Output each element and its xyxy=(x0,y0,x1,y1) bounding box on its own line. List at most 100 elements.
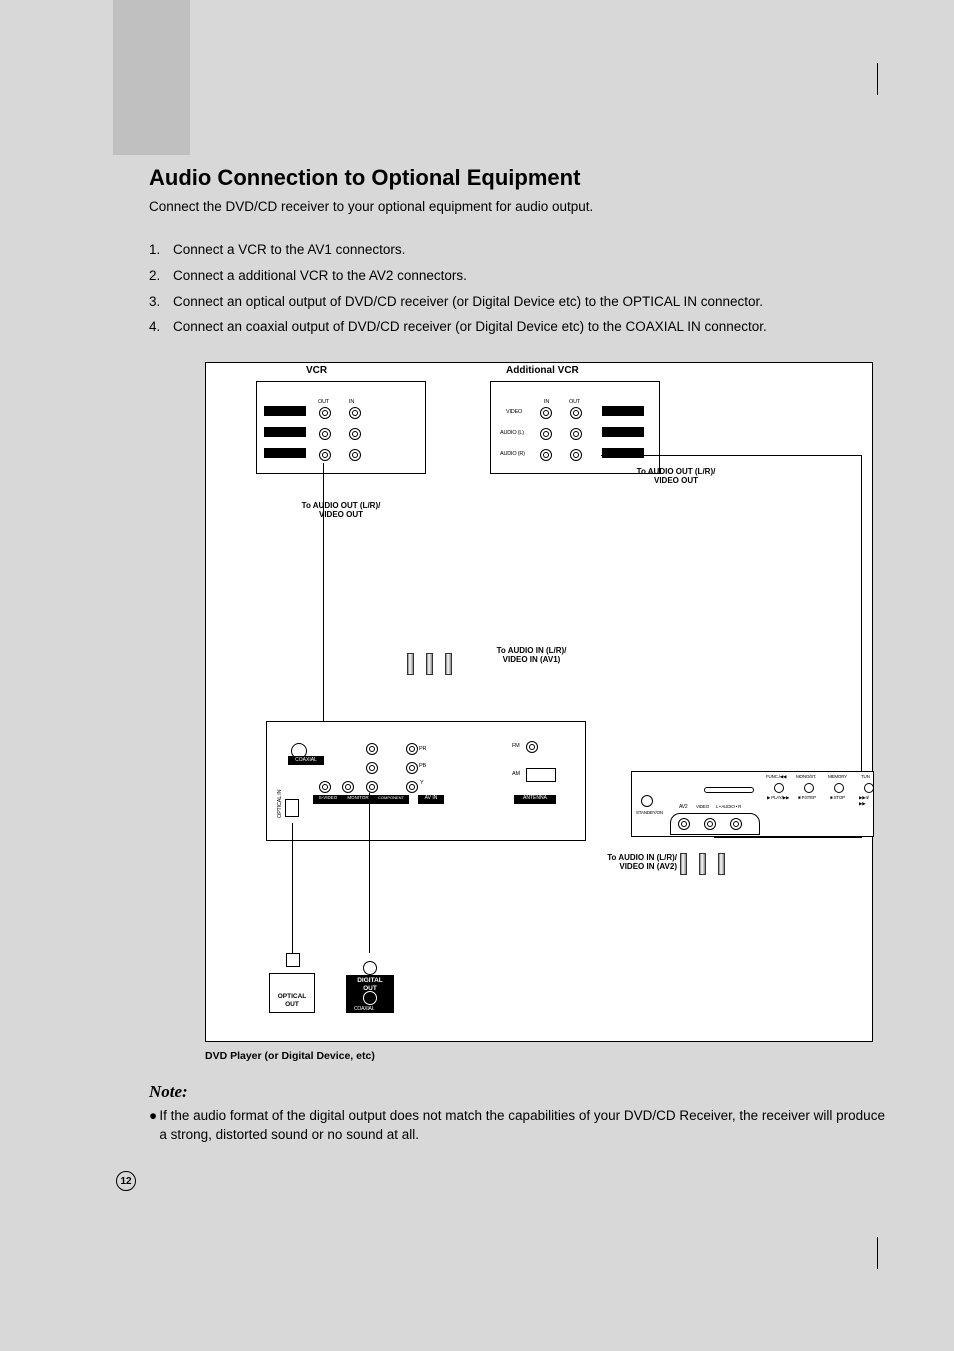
cable-wire xyxy=(601,455,861,456)
rca-plug xyxy=(680,853,687,875)
vcr-label: VCR xyxy=(306,365,327,377)
fm-label: FM xyxy=(512,743,520,749)
note-text: If the audio format of the digital outpu… xyxy=(159,1106,889,1145)
cassette-slot xyxy=(602,427,644,437)
cassette-slot xyxy=(264,448,306,458)
optical-out-label: OPTICAL OUT xyxy=(269,993,315,1009)
rca-jack xyxy=(366,781,378,793)
coaxial-label: COAXIAL xyxy=(354,1006,374,1012)
page-number: 12 xyxy=(116,1171,136,1191)
coax-wire xyxy=(369,793,370,953)
am-terminal xyxy=(526,768,556,782)
optical-plug xyxy=(286,953,300,967)
step: 4.Connect an coaxial output of DVD/CD re… xyxy=(149,314,889,340)
svideo-label-bg: S-VIDEO xyxy=(313,795,343,804)
cable-wire xyxy=(323,463,324,723)
knob xyxy=(864,783,874,793)
port-label: OUT xyxy=(318,399,329,405)
standby-button xyxy=(641,795,653,807)
rca-jack xyxy=(319,407,331,419)
rca-jack xyxy=(704,818,716,830)
rca-jack xyxy=(366,743,378,755)
stop-label: ■ STOP xyxy=(830,795,845,800)
additional-vcr-label: Additional VCR xyxy=(506,365,579,377)
vcr-out-label: To AUDIO OUT (L/R)/ VIDEO OUT xyxy=(266,501,416,520)
step: 3.Connect an optical output of DVD/CD re… xyxy=(149,289,889,315)
av2-label: AV2 xyxy=(679,804,687,810)
rca-jack xyxy=(678,818,690,830)
pb-label: PB xyxy=(419,763,426,769)
rca-jack xyxy=(570,407,582,419)
fm-jack xyxy=(526,741,538,753)
knob xyxy=(804,783,814,793)
rca-plug xyxy=(718,853,725,875)
rca-jack xyxy=(540,407,552,419)
rca-jack xyxy=(406,743,418,755)
add-vcr-out-label: To AUDIO OUT (L/R)/ VIDEO OUT xyxy=(611,467,741,486)
step-num: 1. xyxy=(149,237,173,263)
optical-port xyxy=(285,799,299,817)
display xyxy=(704,787,754,793)
y-label: Y xyxy=(420,780,423,786)
step-text: Connect an optical output of DVD/CD rece… xyxy=(173,289,763,315)
rca-jack xyxy=(349,428,361,440)
video-label: VIDEO xyxy=(696,804,709,809)
port-label: AUDIO (L) xyxy=(500,430,524,436)
am-label: AM xyxy=(512,771,520,777)
step-num: 4. xyxy=(149,314,173,340)
cassette-slot xyxy=(264,427,306,437)
rca-jack xyxy=(406,781,418,793)
rca-jack xyxy=(406,762,418,774)
tun-label: TUN xyxy=(861,774,870,779)
coax-plug xyxy=(363,961,377,975)
pstep-label: ■ P.STEP xyxy=(798,795,816,800)
pr-label: PR xyxy=(419,746,426,752)
knob xyxy=(774,783,784,793)
av1-label: To AUDIO IN (L/R)/ VIDEO IN (AV1) xyxy=(474,646,589,665)
note-header: Note: xyxy=(149,1082,889,1102)
coax-jack xyxy=(363,991,377,1005)
rca-jack xyxy=(319,449,331,461)
step-num: 3. xyxy=(149,289,173,315)
mono-label: MONO/ST. xyxy=(796,774,816,779)
cassette-slot xyxy=(602,406,644,416)
rca-plug xyxy=(407,653,414,675)
step: 2.Connect a additional VCR to the AV2 co… xyxy=(149,263,889,289)
rca-jack xyxy=(349,449,361,461)
rca-plug xyxy=(426,653,433,675)
avin-label-bg: AV IN xyxy=(418,795,444,804)
page-title: Audio Connection to Optional Equipment xyxy=(149,165,889,191)
port-label: IN xyxy=(349,399,354,405)
knob xyxy=(834,783,844,793)
port-label: IN xyxy=(544,399,549,405)
rca-plug xyxy=(699,853,706,875)
crop-mark xyxy=(877,63,878,95)
antenna-label-bg: ANTENNA xyxy=(514,795,556,804)
step-text: Connect an coaxial output of DVD/CD rece… xyxy=(173,314,767,340)
step-list: 1.Connect a VCR to the AV1 connectors. 2… xyxy=(149,237,889,340)
rca-jack xyxy=(349,407,361,419)
standby-label: STANDBY/ON xyxy=(636,810,663,815)
cassette-slot xyxy=(602,448,644,458)
dvd-caption: DVD Player (or Digital Device, etc) xyxy=(205,1050,375,1062)
component-label-bg: COMPONENT xyxy=(373,795,409,804)
side-tab xyxy=(113,0,190,155)
step-num: 2. xyxy=(149,263,173,289)
diagram-wrapper: VCR Additional VCR OUT IN To AUDIO OUT (… xyxy=(159,362,879,1068)
cassette-slot xyxy=(264,406,306,416)
cable-wire xyxy=(714,837,862,838)
audio-lr-label: L • AUDIO • R xyxy=(716,804,741,809)
connection-diagram: VCR Additional VCR OUT IN To AUDIO OUT (… xyxy=(205,362,873,1042)
tun2-label: ▶▶II/▶▶ xyxy=(859,795,872,807)
port-label: VIDEO xyxy=(506,409,522,415)
intro-text: Connect the DVD/CD receiver to your opti… xyxy=(149,197,889,217)
av2-label-text: To AUDIO IN (L/R)/ VIDEO IN (AV2) xyxy=(581,853,677,872)
step: 1.Connect a VCR to the AV1 connectors. xyxy=(149,237,889,263)
content-area: Audio Connection to Optional Equipment C… xyxy=(149,165,889,1145)
rca-jack xyxy=(342,781,354,793)
rca-jack xyxy=(570,428,582,440)
rca-plug xyxy=(445,653,452,675)
step-text: Connect a additional VCR to the AV2 conn… xyxy=(173,263,467,289)
rca-jack xyxy=(570,449,582,461)
port-label: AUDIO (R) xyxy=(500,451,525,457)
